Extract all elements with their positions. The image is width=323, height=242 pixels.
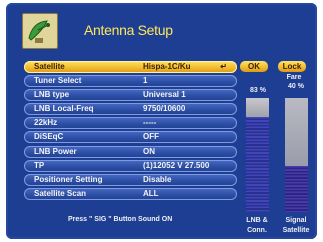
row-label: Satellite Scan bbox=[34, 188, 87, 198]
row-value: Hispa-1C/Ku bbox=[143, 62, 191, 71]
row-label: TP bbox=[34, 160, 45, 170]
row-label: DiSEqC bbox=[34, 132, 64, 142]
row-value: OFF bbox=[143, 132, 159, 142]
lnb-meter-fill bbox=[246, 117, 269, 212]
menu-row-satellite-scan[interactable]: Satellite Scan ALL bbox=[24, 187, 237, 200]
fare-label: Fare bbox=[286, 74, 302, 81]
lnb-percent: 83 % bbox=[250, 87, 266, 94]
menu-row-22khz[interactable]: 22kHz ----- bbox=[24, 117, 237, 130]
row-label: Tuner Select bbox=[34, 76, 82, 86]
hint-text: Press " SIG " Button Sound ON bbox=[68, 216, 173, 223]
row-label: Satellite bbox=[34, 62, 65, 71]
row-label: 22kHz bbox=[34, 118, 58, 128]
dish-antenna-icon bbox=[22, 13, 58, 49]
row-value: 9750/10600 bbox=[143, 104, 186, 114]
menu-row-positioner-setting[interactable]: Positioner Setting Disable bbox=[24, 173, 237, 186]
row-value: Disable bbox=[143, 174, 172, 184]
menu-row-satellite[interactable]: Satellite Hispa-1C/Ku ↵ bbox=[24, 61, 237, 73]
settings-menu: Satellite Hispa-1C/Ku ↵ Tuner Select 1 L… bbox=[24, 61, 237, 202]
row-label: LNB Power bbox=[34, 146, 77, 156]
page-title: Antenna Setup bbox=[84, 22, 173, 38]
signal-meter-empty bbox=[285, 98, 308, 166]
menu-row-lnb-power[interactable]: LNB Power ON bbox=[24, 145, 237, 158]
menu-row-lnb-type[interactable]: LNB type Universal 1 bbox=[24, 89, 237, 102]
signal-percent: 40 % bbox=[288, 83, 304, 90]
signal-meter-fill bbox=[285, 166, 308, 212]
row-label: LNB type bbox=[34, 90, 70, 100]
signal-caption: Signal Satellite bbox=[276, 216, 316, 236]
row-value: 1 bbox=[143, 76, 148, 86]
lnb-caption: LNB & Conn. bbox=[237, 216, 277, 236]
ok-badge: OK bbox=[240, 61, 268, 72]
lnb-caption-line2: Conn. bbox=[247, 227, 267, 234]
menu-row-tuner-select[interactable]: Tuner Select 1 bbox=[24, 75, 237, 88]
row-value: Universal 1 bbox=[143, 90, 186, 100]
lnb-caption-line1: LNB & bbox=[246, 217, 268, 224]
row-value: ----- bbox=[143, 118, 157, 128]
lock-badge: Lock bbox=[278, 61, 306, 72]
signal-meter bbox=[285, 98, 308, 212]
row-value: ON bbox=[143, 146, 155, 156]
menu-row-tp[interactable]: TP (1)12052 V 27.500 bbox=[24, 159, 237, 172]
enter-arrow-icon: ↵ bbox=[220, 62, 227, 71]
lnb-meter bbox=[246, 98, 269, 212]
row-label: LNB Local-Freq bbox=[34, 104, 94, 114]
signal-caption-line2: Satellite bbox=[282, 227, 310, 234]
row-value: (1)12052 V 27.500 bbox=[143, 160, 210, 170]
row-value: ALL bbox=[143, 188, 159, 198]
menu-row-lnb-local-freq[interactable]: LNB Local-Freq 9750/10600 bbox=[24, 103, 237, 116]
signal-caption-line1: Signal bbox=[285, 217, 307, 224]
antenna-setup-screen: Antenna Setup Satellite Hispa-1C/Ku ↵ Tu… bbox=[6, 3, 317, 239]
row-label: Positioner Setting bbox=[34, 174, 103, 184]
lnb-meter-empty bbox=[246, 98, 269, 117]
menu-row-diseqc[interactable]: DiSEqC OFF bbox=[24, 131, 237, 144]
